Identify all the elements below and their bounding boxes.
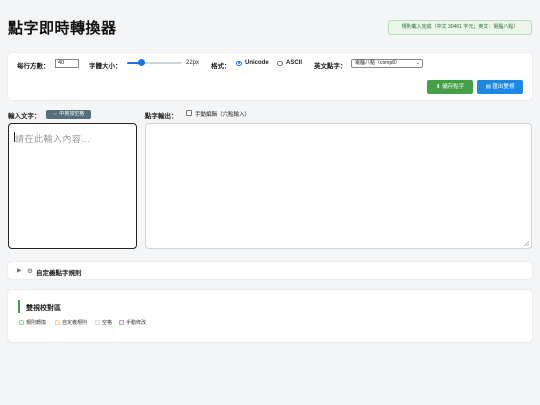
triangle-right-icon: ▶ xyxy=(17,268,22,274)
legend-label: 自定義規則 xyxy=(62,320,88,326)
format-unicode-radio[interactable] xyxy=(236,60,242,66)
english-braille-selected: 電腦八點（comp8） xyxy=(355,60,401,66)
format-label: 格式： xyxy=(211,63,231,70)
add-space-label: 中英加空格 xyxy=(59,111,85,117)
proofreading-title: 雙視校對區 xyxy=(26,305,61,312)
resize-handle-icon[interactable] xyxy=(524,241,529,246)
save-braille-button[interactable]: ⬇ 儲存點字 xyxy=(427,80,473,94)
legend-label: 手動修改 xyxy=(126,320,147,326)
chevron-down-icon: ⌄ xyxy=(415,60,420,66)
legend-custom-rule: 自定義規則 xyxy=(55,319,87,326)
font-size-value: 22px xyxy=(186,60,200,66)
english-braille-select[interactable]: 電腦八點（comp8） ⌄ xyxy=(351,59,423,68)
legend-manual-edit: 手動修改 xyxy=(119,319,146,326)
manual-edit-label: 手動編輯（六點輸入） xyxy=(195,112,251,118)
format-ascii-label: ASCII xyxy=(286,60,303,66)
legend-swatch xyxy=(55,320,60,325)
input-label: 輸入文字： xyxy=(8,113,41,120)
per-row-input[interactable]: 40 xyxy=(55,59,79,68)
status-badge: 規則載入完成（中文 30461 字元；英文：電腦八點） xyxy=(388,20,532,35)
legend-label: 空格 xyxy=(102,320,113,326)
text-input-placeholder: 請在此輸入內容... xyxy=(15,134,91,144)
english-braille-label: 英文點字： xyxy=(314,63,347,70)
font-size-label: 字體大小： xyxy=(89,63,122,70)
document-icon: ▤ xyxy=(485,84,491,90)
add-space-button[interactable]: ⇔ 中英加空格 xyxy=(46,110,91,119)
format-unicode-label: Unicode xyxy=(245,60,269,66)
braille-output[interactable] xyxy=(145,123,532,249)
download-icon: ⬇ xyxy=(435,84,441,90)
section-accent-bar xyxy=(18,300,20,313)
export-label: 匯出雙視 xyxy=(492,84,515,90)
text-input[interactable]: 請在此輸入內容... xyxy=(8,123,137,249)
proofreading-panel: 雙視校對區 xyxy=(8,290,532,342)
save-braille-label: 儲存點字 xyxy=(442,84,465,90)
per-row-label: 每行方數： xyxy=(17,63,50,70)
page-title: 點字即時轉換器 xyxy=(8,20,117,37)
output-label: 點字輸出： xyxy=(145,113,178,120)
legend-space: 空格 xyxy=(95,319,112,326)
legend-rule-conversion: 規則轉換 xyxy=(19,319,46,326)
legend-label: 規則轉換 xyxy=(26,320,47,326)
swap-arrows-icon: ⇔ xyxy=(52,111,58,117)
legend-swatch xyxy=(119,320,124,325)
format-ascii-radio[interactable] xyxy=(277,60,283,66)
font-size-slider-thumb[interactable] xyxy=(138,59,145,66)
custom-rules-label: 自定義點字規則 xyxy=(36,270,82,277)
legend-swatch xyxy=(95,320,100,325)
gear-icon: ⚙ xyxy=(27,267,33,275)
legend-swatch xyxy=(19,320,24,325)
export-button[interactable]: ▤ 匯出雙視 xyxy=(477,80,523,94)
manual-edit-checkbox[interactable] xyxy=(186,110,192,116)
custom-rules-toggle[interactable]: ▶ ⚙ 自定義點字規則 xyxy=(8,262,532,279)
